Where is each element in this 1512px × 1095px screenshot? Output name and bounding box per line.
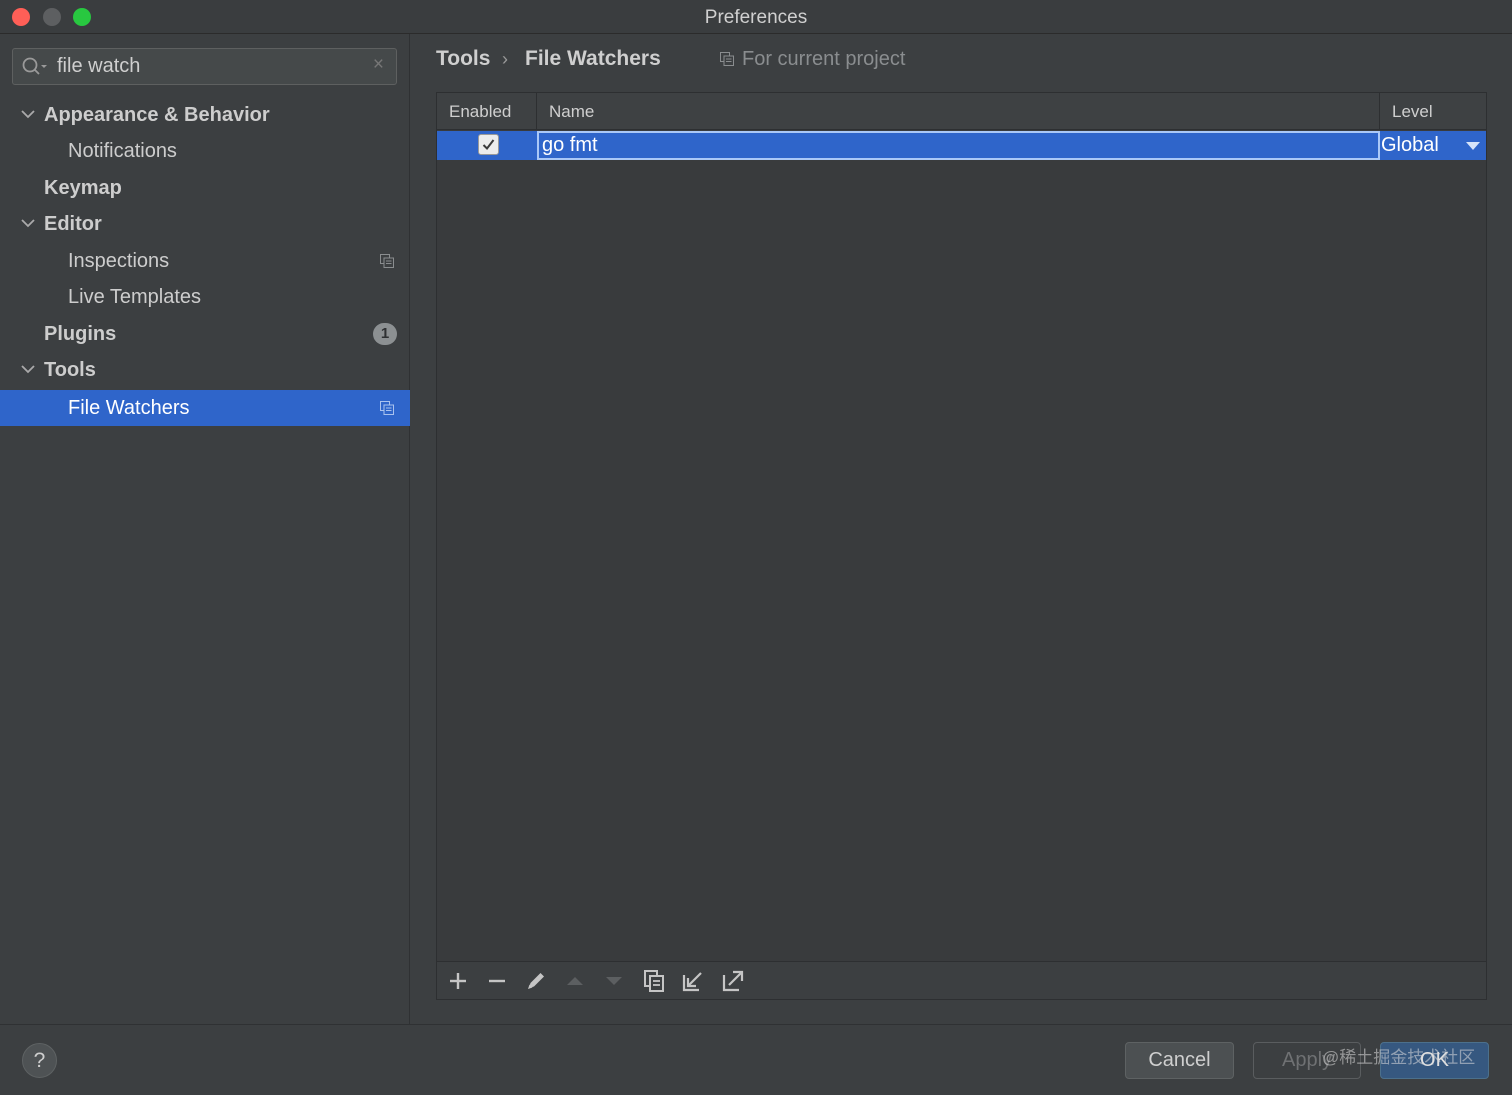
- help-button[interactable]: ?: [22, 1043, 57, 1078]
- sidebar-item-editor[interactable]: Editor: [0, 206, 410, 242]
- sidebar-item-inspections[interactable]: Inspections: [0, 243, 410, 279]
- enabled-checkbox[interactable]: [478, 134, 499, 155]
- window-title: Preferences: [704, 7, 808, 28]
- chevron-down-icon[interactable]: [20, 206, 36, 242]
- plugins-update-badge: 1: [373, 323, 397, 345]
- file-watchers-table: Enabled Name Level go fmt Global: [436, 92, 1487, 1000]
- sidebar-item-label: Inspections: [68, 250, 170, 272]
- copy-icon[interactable]: [641, 968, 667, 994]
- sidebar-item-notifications[interactable]: Notifications: [0, 133, 410, 169]
- settings-sidebar: file watch × Appearance & Behavior Notif…: [0, 34, 410, 1024]
- dialog-footer: ? Cancel Apply OK: [0, 1024, 1512, 1095]
- remove-icon[interactable]: [484, 968, 510, 994]
- breadcrumb-parent[interactable]: Tools: [436, 45, 490, 73]
- table-header: Enabled Name Level: [437, 93, 1486, 130]
- sidebar-item-file-watchers[interactable]: File Watchers: [0, 390, 410, 426]
- column-header-level[interactable]: Level: [1380, 93, 1486, 130]
- watcher-name-field[interactable]: go fmt: [537, 131, 1380, 160]
- title-bar: Preferences: [0, 0, 1512, 34]
- search-input[interactable]: file watch: [57, 55, 140, 78]
- sidebar-item-label: Notifications: [68, 140, 177, 162]
- import-icon[interactable]: [680, 968, 706, 994]
- column-header-name[interactable]: Name: [537, 93, 1380, 130]
- scope-label: For current project: [742, 48, 906, 70]
- settings-search-field[interactable]: file watch ×: [12, 48, 397, 85]
- move-up-icon[interactable]: [562, 968, 588, 994]
- page-title: File Watchers: [525, 47, 661, 70]
- sidebar-item-tools[interactable]: Tools: [0, 352, 410, 388]
- clear-search-icon[interactable]: ×: [373, 54, 384, 76]
- sidebar-item-label: Live Templates: [68, 286, 202, 308]
- edit-icon[interactable]: [523, 968, 549, 994]
- settings-content: Tools › File Watchers For current projec…: [411, 34, 1512, 1024]
- dropdown-arrow-icon[interactable]: [1466, 142, 1480, 150]
- sidebar-item-label: Keymap: [44, 177, 122, 199]
- sidebar-item-live-templates[interactable]: Live Templates: [0, 279, 410, 315]
- table-toolbar: [437, 961, 1486, 999]
- watermark-text: @稀土掘金技术社区: [1322, 1048, 1476, 1067]
- sidebar-item-label: Tools: [44, 359, 96, 381]
- project-scope-icon: [380, 401, 394, 415]
- level-value: Global: [1381, 134, 1439, 156]
- project-scope-icon: [380, 254, 394, 268]
- sidebar-item-appearance-behavior[interactable]: Appearance & Behavior: [0, 97, 410, 133]
- checkmark-icon: [482, 139, 495, 151]
- sidebar-item-label: File Watchers: [68, 397, 190, 419]
- column-header-enabled[interactable]: Enabled: [437, 93, 537, 130]
- sidebar-item-label: Editor: [44, 213, 102, 235]
- sidebar-item-keymap[interactable]: Keymap: [0, 170, 410, 206]
- sidebar-item-plugins[interactable]: Plugins 1: [0, 316, 410, 352]
- table-row[interactable]: go fmt Global: [437, 131, 1486, 160]
- sidebar-item-label: Plugins: [44, 323, 117, 345]
- sidebar-item-label: Appearance & Behavior: [44, 104, 270, 126]
- search-icon: [22, 57, 47, 75]
- move-down-icon[interactable]: [601, 968, 627, 994]
- add-icon[interactable]: [445, 968, 471, 994]
- chevron-down-icon[interactable]: [20, 97, 36, 133]
- breadcrumb-separator: ›: [502, 49, 508, 69]
- chevron-down-icon[interactable]: [20, 352, 36, 388]
- level-dropdown[interactable]: Global: [1380, 131, 1486, 160]
- export-icon[interactable]: [720, 968, 746, 994]
- cancel-button[interactable]: Cancel: [1125, 1042, 1234, 1079]
- project-scope-icon: [720, 52, 734, 66]
